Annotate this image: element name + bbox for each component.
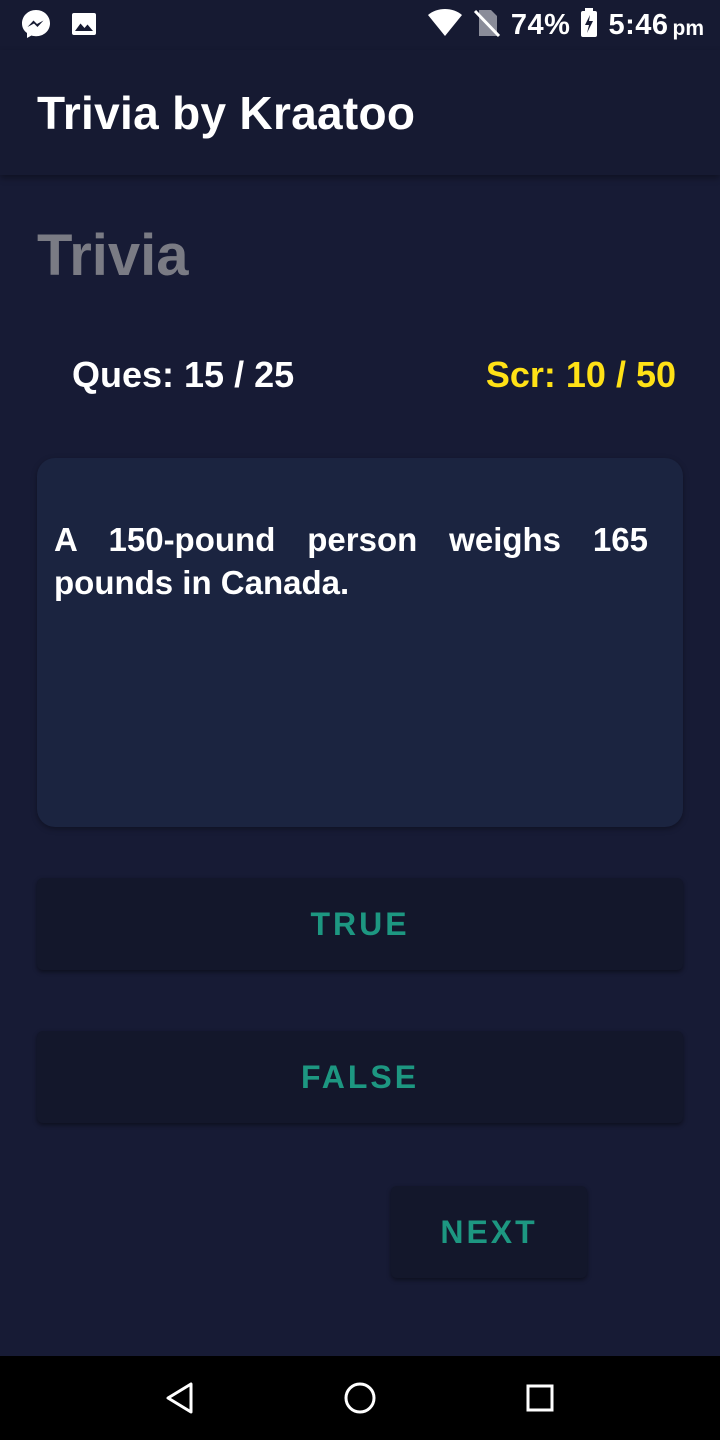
- home-icon[interactable]: [340, 1378, 380, 1418]
- navigation-bar: [0, 1356, 720, 1440]
- wifi-icon: [427, 8, 463, 43]
- app-title: Trivia by Kraatoo: [37, 87, 416, 139]
- screen: 74% 5:46 pm Trivia by Kraatoo Trivia Que…: [0, 0, 720, 1440]
- status-ampm: pm: [672, 17, 705, 40]
- app-bar: Trivia by Kraatoo: [0, 50, 720, 175]
- section-heading: Trivia: [37, 223, 189, 288]
- battery-charging-icon: [580, 7, 598, 43]
- score-counter: Scr: 10 / 50: [485, 354, 676, 395]
- battery-percent: 74%: [510, 8, 571, 41]
- true-button[interactable]: TRUE: [37, 878, 683, 970]
- recents-icon[interactable]: [520, 1378, 560, 1418]
- gallery-icon: [70, 10, 98, 43]
- messenger-icon: [20, 8, 52, 45]
- status-bar-right: 74% 5:46 pm: [427, 4, 704, 46]
- status-time: 5:46: [608, 8, 669, 41]
- question-counter: Ques: 15 / 25: [72, 354, 295, 395]
- false-button[interactable]: FALSE: [37, 1031, 683, 1123]
- question-card: A 150-pound person weighs 165 pounds in …: [37, 458, 683, 827]
- status-bar-left: [20, 8, 98, 45]
- no-sim-icon: [473, 8, 501, 43]
- back-icon[interactable]: [160, 1378, 200, 1418]
- status-bar: 74% 5:46 pm: [0, 0, 720, 50]
- next-button[interactable]: NEXT: [391, 1186, 587, 1278]
- question-text: A 150-pound person weighs 165 pounds in …: [54, 521, 648, 601]
